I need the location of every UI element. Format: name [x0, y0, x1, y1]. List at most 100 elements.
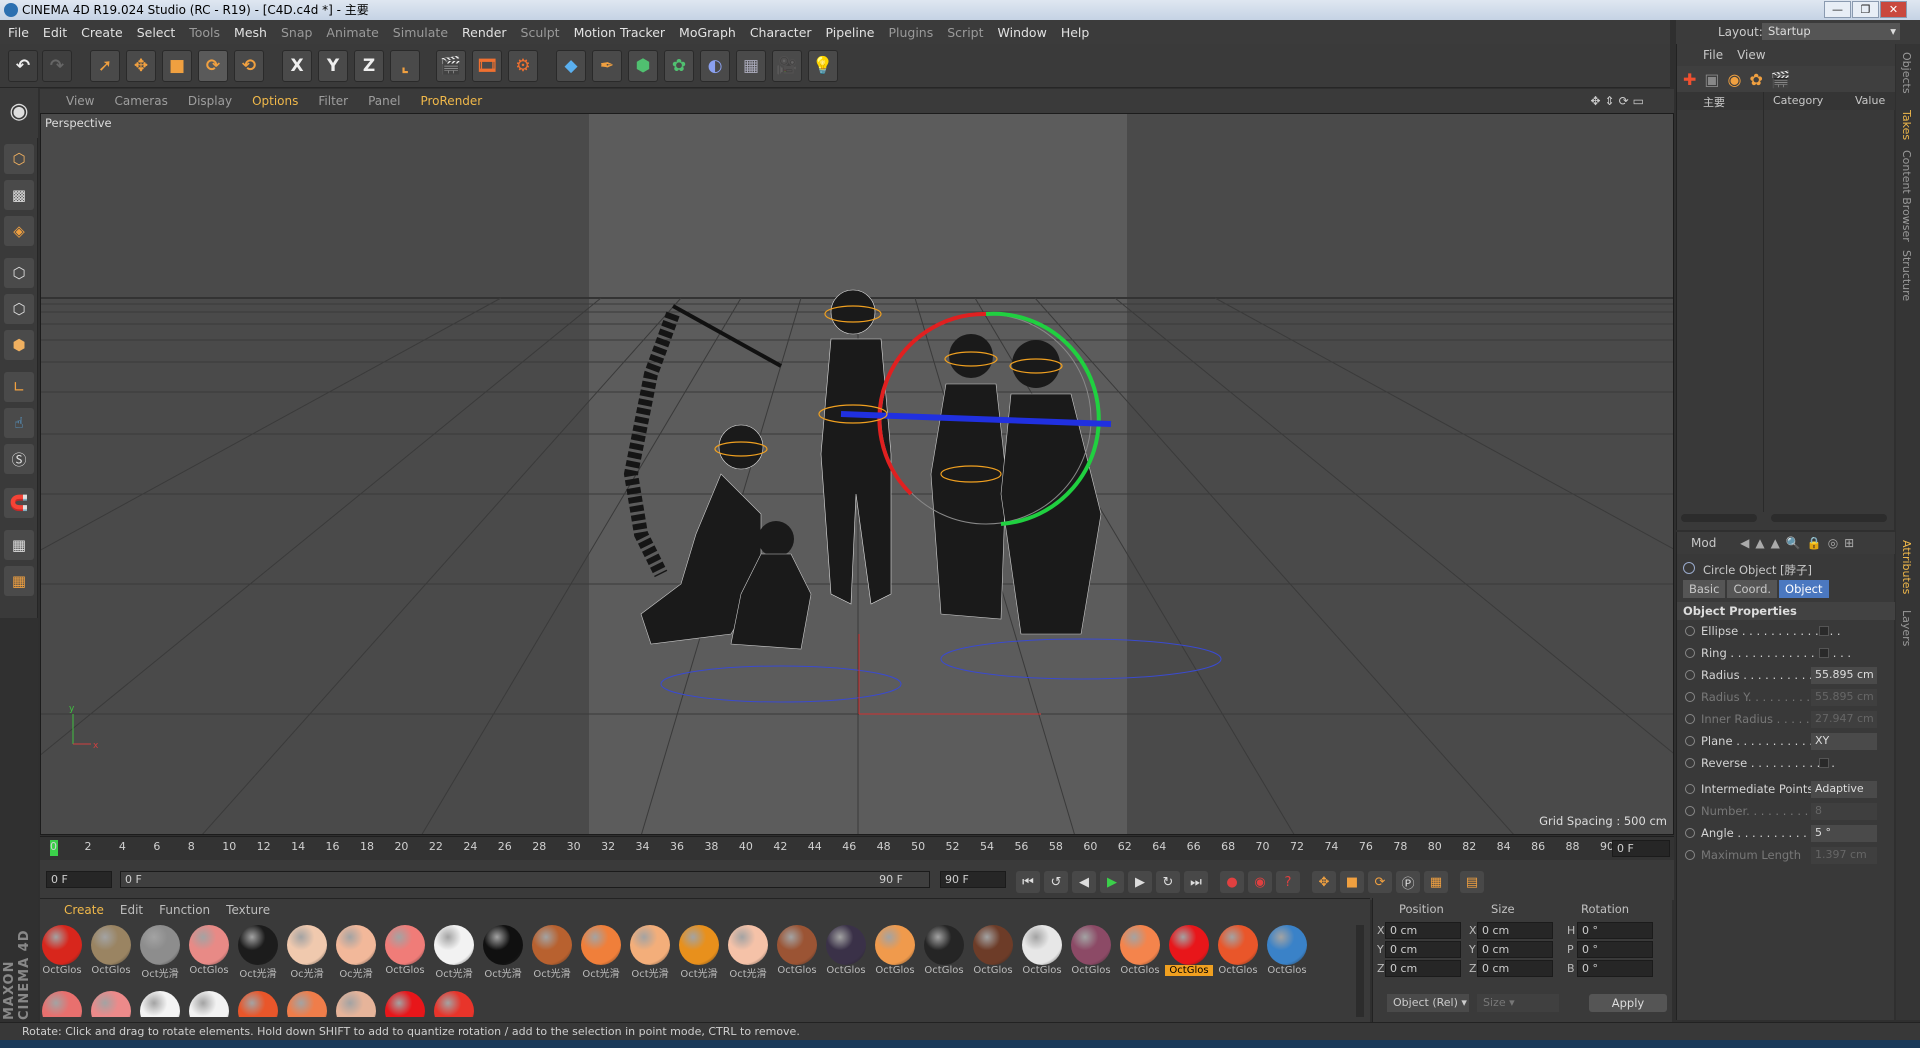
property-value-field[interactable]: 5 ° [1811, 825, 1877, 842]
material-swatch[interactable]: Oct光滑 [236, 925, 280, 985]
floor-icon[interactable]: ▦ [736, 50, 766, 82]
material-swatch[interactable] [236, 991, 280, 1017]
animate-property-icon[interactable] [1685, 670, 1695, 680]
material-swatch[interactable] [432, 991, 476, 1017]
property-value-field[interactable]: 8 [1811, 803, 1877, 820]
start-frame-field[interactable]: 0 F [46, 871, 112, 888]
timeline-window-icon[interactable]: ▤ [1460, 871, 1484, 893]
position-field[interactable]: 0 cm [1385, 922, 1461, 939]
viewport-menu-panel[interactable]: Panel [368, 94, 400, 108]
viewport-menu-filter[interactable]: Filter [318, 94, 348, 108]
material-swatch[interactable]: Oc光滑 [285, 925, 329, 985]
animate-property-icon[interactable] [1685, 758, 1695, 768]
rotation-field[interactable]: 0 ° [1577, 941, 1653, 958]
animate-property-icon[interactable] [1685, 828, 1695, 838]
key-position-icon[interactable]: ✥ [1312, 871, 1336, 893]
objects-menu-view[interactable]: View [1737, 48, 1765, 62]
rotation-field[interactable]: 0 ° [1577, 960, 1653, 977]
material-swatch[interactable] [138, 991, 182, 1017]
play-icon[interactable]: ▶ [1100, 871, 1124, 893]
move-tool-icon[interactable]: ✥ [126, 50, 156, 82]
size-field[interactable]: 0 cm [1477, 922, 1553, 939]
make-editable-icon[interactable]: ◉ [4, 96, 34, 126]
key-pla-icon[interactable]: ▦ [1424, 871, 1448, 893]
edges-mode-icon[interactable]: ⬡ [4, 294, 34, 324]
tab-coord[interactable]: Coord. [1727, 580, 1778, 598]
material-menu-edit[interactable]: Edit [120, 903, 143, 917]
menu-animate[interactable]: Animate [326, 25, 378, 40]
side-tab-objects[interactable]: Objects [1900, 52, 1913, 94]
material-swatch[interactable]: OctGlos [922, 925, 966, 985]
size-field[interactable]: 0 cm [1477, 960, 1553, 977]
material-swatch[interactable]: OctGlos [873, 925, 917, 985]
material-swatch[interactable]: OctGlos [40, 925, 84, 985]
frame-range-slider[interactable]: 0 F 90 F [120, 871, 930, 888]
side-tab-layers[interactable]: Layers [1900, 610, 1913, 646]
size-field[interactable]: 0 cm [1477, 941, 1553, 958]
menu-render[interactable]: Render [462, 25, 507, 40]
property-checkbox[interactable] [1819, 626, 1829, 636]
override-group-icon[interactable]: ✿ [1750, 70, 1763, 89]
animate-property-icon[interactable] [1685, 806, 1695, 816]
deformer-icon[interactable]: ◐ [700, 50, 730, 82]
property-value-field[interactable]: 55.895 cm [1811, 667, 1877, 684]
animate-property-icon[interactable] [1685, 784, 1695, 794]
render-settings-icon[interactable]: ⚙ [508, 50, 538, 82]
material-swatch[interactable]: OctGlos [383, 925, 427, 985]
menu-tools[interactable]: Tools [189, 25, 220, 40]
go-to-end-icon[interactable]: ⏭ [1184, 871, 1208, 893]
tweak-mode-icon[interactable]: ☝ [4, 408, 34, 438]
material-swatch[interactable] [334, 991, 378, 1017]
material-swatch[interactable]: Oct光滑 [677, 925, 721, 985]
menu-mesh[interactable]: Mesh [234, 25, 267, 40]
material-swatch[interactable]: Oct光滑 [628, 925, 672, 985]
x-axis-button[interactable]: X [282, 50, 312, 82]
next-frame-icon[interactable]: ▶ [1128, 871, 1152, 893]
tab-basic[interactable]: Basic [1683, 580, 1726, 598]
material-swatch[interactable] [89, 991, 133, 1017]
timeline-ruler[interactable]: 0 2 4 6 8 10 12 14 16 18 20 22 24 26 28 30 32 34 36 38 40 42 4… [40, 836, 1674, 860]
attributes-mode[interactable]: Mod [1691, 536, 1716, 550]
record-keys-icon[interactable]: ● [1220, 871, 1244, 893]
previous-frame-icon[interactable]: ◀ [1072, 871, 1096, 893]
pen-spline-icon[interactable]: ✒ [592, 50, 622, 82]
animate-property-icon[interactable] [1685, 692, 1695, 702]
menu-snap[interactable]: Snap [281, 25, 312, 40]
current-frame-field[interactable]: 0 F [1612, 840, 1670, 857]
values-h-scrollbar[interactable] [1771, 514, 1887, 522]
menu-window[interactable]: Window [998, 25, 1047, 40]
material-swatch[interactable]: OctGlos [1165, 925, 1213, 985]
autokey-icon[interactable]: ◉ [1248, 871, 1272, 893]
workplane-mode-icon[interactable]: ◈ [4, 216, 34, 246]
property-value-field[interactable]: XY [1811, 733, 1877, 750]
material-swatch[interactable]: Oct光滑 [579, 925, 623, 985]
viewport-menu-display[interactable]: Display [188, 94, 232, 108]
snap-icon[interactable]: 🧲 [4, 488, 34, 518]
position-field[interactable]: 0 cm [1385, 960, 1461, 977]
attributes-nav-icons[interactable]: ◀▲▲🔍🔒◎⊞ [1740, 536, 1860, 550]
property-value-field[interactable]: 27.947 cm [1811, 711, 1877, 728]
viewport-menu-view[interactable]: View [66, 94, 94, 108]
material-swatch[interactable]: OctGlos [1118, 925, 1162, 985]
viewport-menu-cameras[interactable]: Cameras [114, 94, 167, 108]
material-swatch[interactable]: OctGlos [187, 925, 231, 985]
keyframe-selection-icon[interactable]: ? [1276, 871, 1300, 893]
material-swatch[interactable] [383, 991, 427, 1017]
light-icon[interactable]: 💡 [808, 50, 838, 82]
animate-property-icon[interactable] [1685, 714, 1695, 724]
recent-tool-icon[interactable]: ⟲ [234, 50, 264, 82]
tab-object[interactable]: Object [1779, 580, 1829, 598]
menu-simulate[interactable]: Simulate [393, 25, 448, 40]
subdivision-surface-icon[interactable]: ⬢ [628, 50, 658, 82]
next-key-icon[interactable]: ↻ [1156, 871, 1180, 893]
material-swatch[interactable]: Oct光滑 [726, 925, 770, 985]
property-value-field[interactable]: 55.895 cm [1811, 689, 1877, 706]
cube-primitive-icon[interactable]: ◆ [556, 50, 586, 82]
previous-key-icon[interactable]: ↺ [1044, 871, 1068, 893]
material-swatch[interactable]: OctGlos [89, 925, 133, 985]
menu-script[interactable]: Script [947, 25, 983, 40]
side-tab-takes[interactable]: Takes [1900, 110, 1913, 140]
end-frame-field[interactable]: 90 F [940, 871, 1006, 888]
menu-select[interactable]: Select [137, 25, 176, 40]
menu-pipeline[interactable]: Pipeline [826, 25, 875, 40]
